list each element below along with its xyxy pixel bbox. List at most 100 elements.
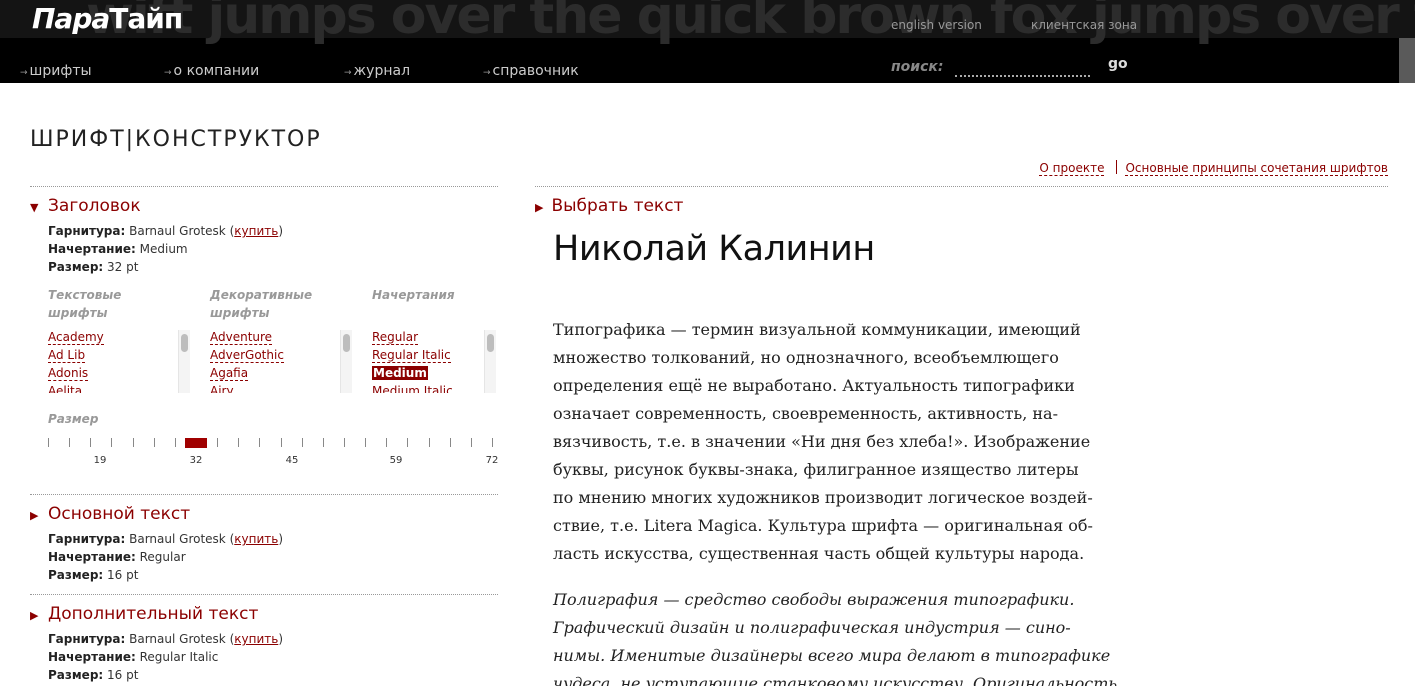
search-label: поиск:: [891, 59, 944, 75]
preview-body-paragraph: Типографика — термин визуальной коммуник…: [553, 316, 1093, 568]
slider-tick: [217, 438, 218, 447]
list-item[interactable]: AdverGothic: [210, 348, 348, 366]
size-slider[interactable]: [48, 438, 493, 450]
text-line: определения ещё не выработано. Актуально…: [553, 376, 1075, 395]
about-project-link[interactable]: О проекте: [1039, 161, 1105, 176]
nav-arrow-icon: →: [483, 68, 491, 78]
scrollbar-thumb[interactable]: [181, 334, 188, 352]
styles-header: Начертания: [372, 288, 455, 302]
logo-part-1: Пара: [32, 2, 110, 35]
decor-fonts-list[interactable]: Adventure AdverGothic Agafia Airy: [210, 330, 348, 393]
site-logo[interactable]: ПараТайп: [32, 2, 183, 35]
text-line: буквы, рисунок буквы-знака, филигранное …: [553, 460, 1079, 479]
slider-tick-label: 72: [485, 455, 499, 466]
decor-fonts-header: Декоративные шрифты: [210, 288, 313, 320]
slider-tick: [344, 438, 345, 447]
slider-tick: [259, 438, 260, 447]
preview-extra-paragraph: Полиграфия — средство свободы выражения …: [553, 586, 1118, 686]
style-row: Начертание: Regular: [48, 550, 186, 564]
text-line: ласть искусства, существенная часть обще…: [553, 544, 1085, 563]
collapsed-triangle-icon: ▶: [30, 609, 39, 622]
slider-tick-label: 32: [189, 455, 203, 466]
styles-scrollbar[interactable]: [484, 330, 496, 393]
divider: [535, 186, 1388, 187]
divider: [30, 186, 498, 187]
body-font-meta: Гарнитура: Barnaul Grotesk (купить) Наче…: [48, 530, 283, 584]
list-item[interactable]: Ad Lib: [48, 348, 186, 366]
slider-tick-label: 59: [389, 455, 403, 466]
family-row: Гарнитура: Barnaul Grotesk (купить): [48, 632, 283, 646]
section-body-toggle[interactable]: ▶ Основной текст: [30, 504, 190, 524]
slider-tick-label: 45: [285, 455, 299, 466]
scrollbar-thumb[interactable]: [343, 334, 350, 352]
header-pangram-background: wift jumps over the quick brown fox jump…: [86, 0, 1415, 46]
decor-fonts-scrollbar[interactable]: [340, 330, 352, 393]
english-version-link[interactable]: english version: [891, 18, 982, 32]
size-row: Размер: 32 pt: [48, 260, 139, 274]
extra-font-meta: Гарнитура: Barnaul Grotesk (купить) Наче…: [48, 630, 283, 684]
client-zone-link[interactable]: клиентская зона: [1031, 18, 1137, 32]
slider-tick: [302, 438, 303, 447]
buy-link[interactable]: купить: [234, 532, 278, 546]
divider: [30, 594, 498, 595]
text-line: по мнению многих художников производит л…: [553, 488, 1093, 507]
text-line: Полиграфия — средство свободы выражения …: [553, 590, 1075, 609]
section-title: Заголовок: [48, 196, 141, 216]
size-slider-handle[interactable]: [185, 438, 207, 448]
text-line: ствие, т.е. Litera Magica. Культура шриф…: [553, 516, 1093, 535]
slider-tick: [429, 438, 430, 447]
list-item[interactable]: Adventure: [210, 330, 348, 348]
divider: [30, 494, 498, 495]
text-line: нимы. Именитые дизайнеры всего мира дела…: [553, 646, 1111, 665]
link-divider: [1116, 160, 1118, 174]
list-item[interactable]: Aelita: [48, 384, 186, 393]
size-row: Размер: 16 pt: [48, 668, 139, 682]
section-heading-toggle[interactable]: ▼ Заголовок: [30, 196, 141, 216]
text-line: чудеса, не уступающие станковому искусст…: [553, 674, 1118, 686]
size-slider-label: Размер: [48, 412, 99, 426]
scrollbar-thumb[interactable]: [487, 334, 494, 352]
logo-part-2: Тайп: [109, 2, 183, 35]
font-pairing-principles-link[interactable]: Основные принципы сочетания шрифтов: [1125, 161, 1388, 176]
nav-item-company[interactable]: → о компании: [164, 63, 259, 79]
preview-heading: Николай Калинин: [553, 229, 875, 269]
list-item[interactable]: Adonis: [48, 366, 186, 384]
slider-tick: [69, 438, 70, 447]
slider-tick: [281, 438, 282, 447]
section-extra-toggle[interactable]: ▶ Дополнительный текст: [30, 604, 258, 624]
list-item[interactable]: Agafia: [210, 366, 348, 384]
section-title: Основной текст: [48, 504, 191, 524]
nav-item-reference[interactable]: → справочник: [483, 63, 579, 79]
slider-tick: [407, 438, 408, 447]
search-go-button[interactable]: go: [1108, 56, 1128, 72]
list-item[interactable]: Airy: [210, 384, 348, 393]
nav-item-journal[interactable]: → журнал: [344, 63, 410, 79]
text-line: Типографика — термин визуальной коммуник…: [553, 320, 1081, 339]
choose-text-toggle[interactable]: ▶ Выбрать текст: [535, 196, 683, 216]
nav-item-label: шрифты: [29, 63, 92, 79]
slider-tick: [365, 438, 366, 447]
nav-item-fonts[interactable]: → шрифты: [20, 63, 92, 79]
buy-link[interactable]: купить: [234, 224, 278, 238]
nav-item-label: журнал: [353, 63, 411, 79]
choose-text-label: Выбрать текст: [551, 196, 684, 216]
slider-tick: [90, 438, 91, 447]
slider-tick: [492, 438, 493, 447]
nav-arrow-icon: →: [164, 68, 172, 78]
text-fonts-scrollbar[interactable]: [178, 330, 190, 393]
text-fonts-list[interactable]: Academy Ad Lib Adonis Aelita: [48, 330, 186, 393]
buy-link[interactable]: купить: [234, 632, 278, 646]
text-line: Графический дизайн и полиграфическая инд…: [553, 618, 1071, 637]
slider-tick: [154, 438, 155, 447]
slider-tick-label: 19: [93, 455, 107, 466]
slider-tick: [175, 438, 176, 447]
slider-tick: [48, 438, 49, 447]
text-line: означает современность, своевременность,…: [553, 404, 1058, 423]
slider-tick: [386, 438, 387, 447]
search-input[interactable]: [955, 57, 1090, 77]
list-item[interactable]: Academy: [48, 330, 186, 348]
slider-tick: [471, 438, 472, 447]
page-top-links: О проекте Основные принципы сочетания шри…: [1039, 160, 1388, 176]
style-row: Начертание: Medium: [48, 242, 188, 256]
slider-tick: [450, 438, 451, 447]
